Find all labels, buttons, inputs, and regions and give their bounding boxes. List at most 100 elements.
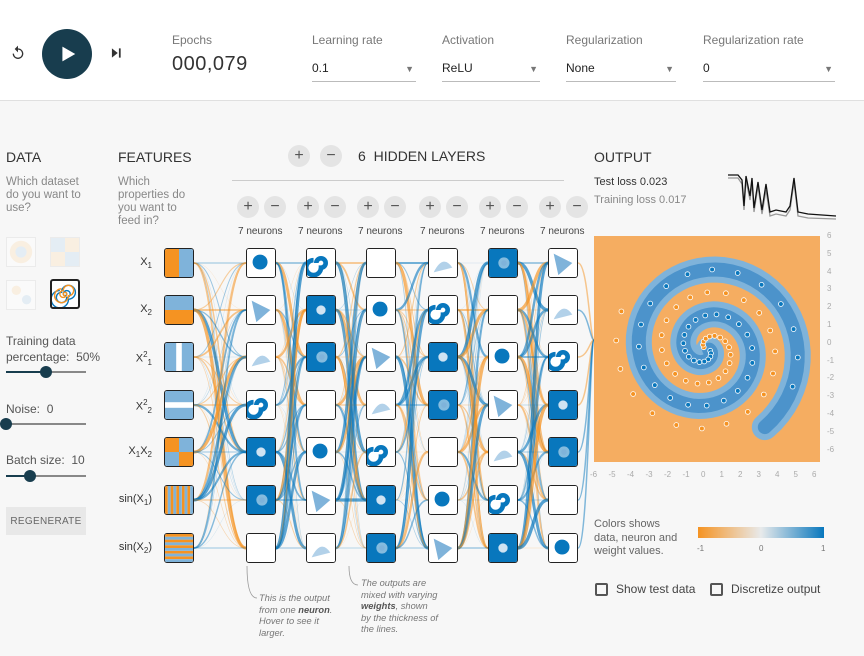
y-axis-tick: -6 [827,444,835,454]
legend-line: data, neuron and [594,531,678,544]
checkbox-box[interactable] [595,582,608,596]
feature-node[interactable] [164,342,194,372]
feature-node[interactable] [164,248,194,278]
checkbox-box[interactable] [710,582,723,596]
hidden-neuron[interactable] [488,533,518,563]
hidden-neuron[interactable] [548,342,578,372]
add-neuron-button[interactable]: + [297,196,319,218]
hidden-neuron[interactable] [366,533,396,563]
hidden-neuron[interactable] [306,485,336,515]
output-title: OUTPUT [594,149,652,165]
add-neuron-button[interactable]: + [539,196,561,218]
data-point [694,380,701,387]
hidden-neuron[interactable] [488,437,518,467]
feature-node[interactable] [164,533,194,563]
hidden-neuron[interactable] [548,485,578,515]
hidden-neuron[interactable] [246,390,276,420]
data-point [663,317,670,324]
data-point [673,422,680,428]
training-loss-label: Training loss [594,194,656,206]
hidden-neuron[interactable] [548,390,578,420]
hidden-neuron[interactable] [548,437,578,467]
hidden-neuron[interactable] [306,437,336,467]
hidden-neuron[interactable] [428,533,458,563]
hidden-neuron[interactable] [246,295,276,325]
feature-node[interactable] [164,295,194,325]
hidden-neuron[interactable] [306,248,336,278]
data-point [647,300,653,307]
hidden-neuron[interactable] [548,248,578,278]
data-point [749,360,756,366]
hidden-neuron[interactable] [428,295,458,325]
hidden-neuron[interactable] [366,390,396,420]
weight-link[interactable] [457,309,489,549]
remove-neuron-button[interactable]: − [264,196,286,218]
hidden-neuron[interactable] [366,437,396,467]
x-axis-tick: 4 [775,470,780,479]
hidden-neuron[interactable] [246,342,276,372]
hidden-neuron[interactable] [488,295,518,325]
hidden-neuron[interactable] [306,342,336,372]
feature-node[interactable] [164,390,194,420]
x-axis-tick: -2 [664,470,672,479]
y-axis-tick: 2 [827,302,832,312]
hidden-neuron[interactable] [428,342,458,372]
hidden-neuron[interactable] [366,295,396,325]
hidden-neuron[interactable] [366,248,396,278]
hidden-neuron[interactable] [488,485,518,515]
add-neuron-button[interactable]: + [237,196,259,218]
hidden-neuron[interactable] [246,437,276,467]
callout-line: This is the output [259,593,330,603]
hidden-neuron[interactable] [306,533,336,563]
hidden-neuron[interactable] [488,390,518,420]
weight-link[interactable] [193,261,247,502]
discretize-output-checkbox[interactable]: Discretize output [710,582,820,596]
remove-neuron-button[interactable]: − [324,196,346,218]
hidden-neuron[interactable] [246,485,276,515]
y-axis-tick: -3 [827,391,835,401]
hidden-neuron[interactable] [306,295,336,325]
hidden-neuron[interactable] [306,390,336,420]
discretize-output-label: Discretize output [731,582,821,596]
remove-neuron-button[interactable]: − [384,196,406,218]
y-axis-tick: 4 [827,266,832,276]
data-point [715,375,722,381]
hidden-neuron[interactable] [548,295,578,325]
hidden-neuron[interactable] [246,248,276,278]
hidden-neuron[interactable] [428,248,458,278]
data-point [638,321,644,328]
x-axis-tick: -6 [590,470,598,479]
hidden-neuron[interactable] [246,533,276,563]
x-axis-tick: -1 [682,470,690,479]
add-layer-button[interactable]: + [288,145,310,167]
hidden-neuron[interactable] [428,390,458,420]
weight-link[interactable] [193,309,247,549]
hidden-neuron[interactable] [548,533,578,563]
show-test-data-checkbox[interactable]: Show test data [595,582,695,596]
add-neuron-button[interactable]: + [419,196,441,218]
hidden-neuron[interactable] [428,437,458,467]
output-weight-link[interactable] [577,262,595,341]
add-neuron-button[interactable]: + [479,196,501,218]
hidden-neuron[interactable] [428,485,458,515]
hidden-neuron[interactable] [366,485,396,515]
y-axis-tick: 0 [827,337,832,347]
data-point [722,338,729,345]
data-point [701,358,708,365]
remove-neuron-button[interactable]: − [446,196,468,218]
hidden-neuron[interactable] [488,342,518,372]
remove-layer-button[interactable]: − [320,145,342,167]
data-point [699,425,705,432]
remove-neuron-button[interactable]: − [506,196,528,218]
neuron-count-label: 7 neurons [540,226,585,237]
hidden-neuron[interactable] [488,248,518,278]
callout-line: , shown [395,601,428,611]
data-point [658,332,665,338]
feature-node[interactable] [164,437,194,467]
add-neuron-button[interactable]: + [357,196,379,218]
data-point [736,321,742,327]
remove-neuron-button[interactable]: − [566,196,588,218]
hidden-neuron[interactable] [366,342,396,372]
data-point [795,354,801,361]
feature-node[interactable] [164,485,194,515]
